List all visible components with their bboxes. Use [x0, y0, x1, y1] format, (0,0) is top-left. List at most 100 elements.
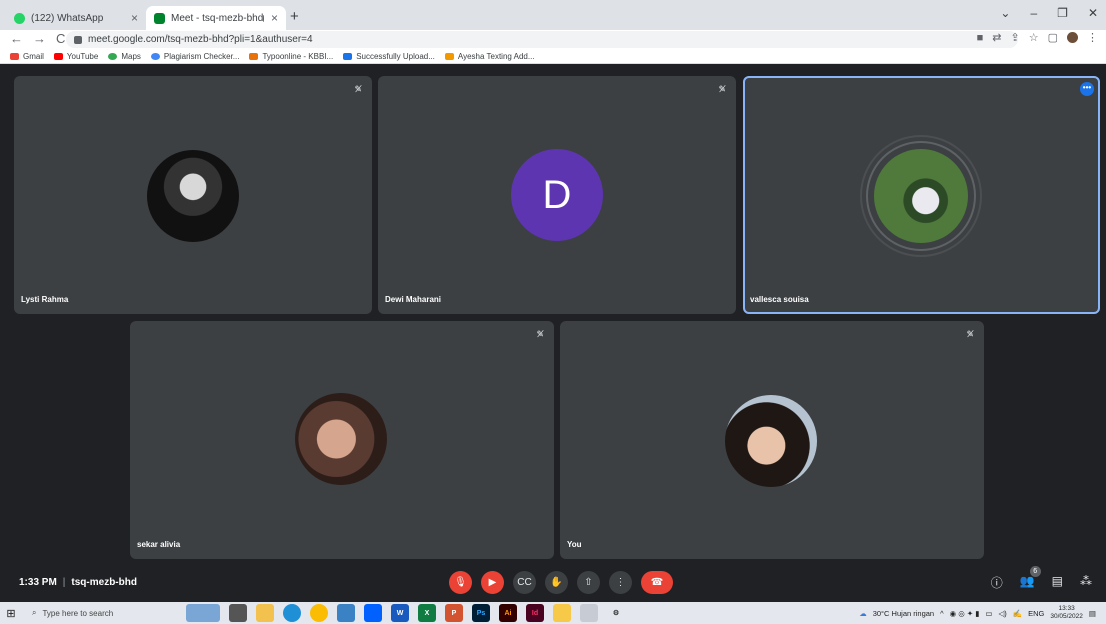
lock-icon — [74, 35, 82, 44]
pen-icon[interactable]: ✍ — [1013, 609, 1022, 618]
windows-start-icon[interactable]: ⊞ — [0, 602, 22, 624]
chat-icon[interactable]: ▤ — [1052, 574, 1063, 591]
youtube-icon — [53, 52, 63, 60]
avatar — [147, 150, 239, 242]
photoshop-icon[interactable]: Ps — [472, 604, 490, 622]
participant-tile[interactable]: ✎̸ Lysti Rahma — [14, 76, 372, 314]
menu-kebab-icon[interactable]: ⋮ — [1087, 31, 1098, 44]
bookmark-plagiarism[interactable]: Plagiarism Checker... — [150, 52, 239, 61]
participant-name: vallesca souisa — [750, 295, 809, 304]
back-button[interactable]: ← — [10, 31, 23, 46]
captions-button[interactable]: CC — [513, 571, 536, 594]
upload-icon — [343, 52, 353, 60]
file-explorer-icon[interactable] — [256, 604, 274, 622]
chrome-active-icon[interactable] — [580, 604, 598, 622]
tab-meet[interactable]: Meet - tsq-mezb-bhd × — [146, 6, 286, 30]
participant-name: Lysti Rahma — [21, 295, 69, 304]
window-controls: ⌄ – ❐ ✕ — [1000, 6, 1098, 20]
avatar — [874, 149, 968, 243]
participant-name: sekar alivia — [137, 540, 181, 549]
avatar — [725, 395, 817, 487]
participant-tile[interactable]: ✎̸ sekar alivia — [130, 321, 554, 559]
camera-off-button[interactable]: ▶ — [481, 571, 504, 594]
tab-search-icon[interactable]: ⌄ — [1000, 6, 1010, 20]
muted-mic-icon: ✎̸ — [536, 329, 544, 339]
powerpoint-icon[interactable]: P — [445, 604, 463, 622]
profile-avatar[interactable] — [1067, 32, 1078, 43]
participant-tile[interactable]: ✎̸ D Dewi Maharani — [378, 76, 736, 314]
reload-button[interactable]: C — [56, 31, 65, 46]
bookmark-maps[interactable]: Maps — [108, 52, 141, 61]
weather-text[interactable]: 30°C Hujan ringan — [873, 609, 934, 618]
share-icon[interactable]: ⇪ — [1011, 31, 1020, 44]
sidepanel-icon[interactable]: ▢ — [1048, 31, 1058, 44]
translate-icon[interactable]: ⇄ — [992, 31, 1001, 44]
address-bar[interactable]: meet.google.com/tsq-mezb-bhd?pli=1&authu… — [66, 31, 1018, 48]
language-indicator[interactable]: ENG — [1028, 609, 1044, 618]
search-icon: ⌕ — [32, 608, 37, 617]
indesign-icon[interactable]: Id — [526, 604, 544, 622]
bookmarks-bar: Gmail YouTube Maps Plagiarism Checker...… — [0, 49, 1106, 64]
browser-tab-bar: (122) WhatsApp × Meet - tsq-mezb-bhd × +… — [0, 0, 1106, 30]
store-icon[interactable] — [337, 604, 355, 622]
meeting-code: tsq-mezb-bhd — [71, 577, 137, 588]
bookmark-youtube[interactable]: YouTube — [53, 52, 98, 61]
bookmark-gmail[interactable]: Gmail — [10, 52, 44, 61]
people-button[interactable]: 👥 6 — [1020, 566, 1041, 591]
meeting-info-icon[interactable]: ⓘ — [991, 574, 1003, 591]
whatsapp-icon — [14, 12, 25, 24]
forward-button[interactable]: → — [33, 31, 46, 46]
recording-dot-icon — [263, 14, 264, 22]
microphone-off-button[interactable]: 🎙 — [449, 571, 472, 594]
taskbar-search[interactable]: ⌕ Type here to search — [22, 602, 162, 624]
minimize-button[interactable]: – — [1030, 6, 1037, 20]
present-screen-button[interactable]: ⇧ — [577, 571, 600, 594]
bookmark-star-icon[interactable]: ☆ — [1029, 31, 1039, 44]
edge-icon[interactable] — [283, 604, 301, 622]
meet-stage: ✎̸ Lysti Rahma ✎̸ D Dewi Maharani ••• va… — [0, 65, 1106, 602]
windows-taskbar: ⊞ ⌕ Type here to search W X P Ps Ai Id ⚙… — [0, 602, 1106, 624]
avatar: D — [511, 149, 603, 241]
tray-app-icons[interactable]: ◉ ◎ ✦ ▮ — [950, 609, 980, 618]
ayesha-icon — [444, 52, 454, 60]
sticky-notes-icon[interactable] — [553, 604, 571, 622]
camera-indicator-icon[interactable]: ■ — [977, 32, 984, 44]
more-options-button[interactable]: ••• — [1080, 82, 1094, 96]
bookmark-ayesha[interactable]: Ayesha Texting Add... — [444, 52, 535, 61]
excel-icon[interactable]: X — [418, 604, 436, 622]
close-window-button[interactable]: ✕ — [1088, 6, 1098, 20]
more-options-icon[interactable]: ⋮ — [609, 571, 632, 594]
maps-icon — [108, 52, 118, 60]
tab-whatsapp[interactable]: (122) WhatsApp × — [6, 6, 146, 30]
muted-mic-icon: ✎̸ — [354, 84, 362, 94]
notifications-icon[interactable]: ▤ — [1089, 609, 1096, 618]
bookmark-typoonline[interactable]: Typoonline - KBBI... — [249, 52, 333, 61]
participant-name: You — [567, 540, 582, 549]
widgets-icon[interactable] — [186, 604, 220, 622]
close-tab-icon[interactable]: × — [271, 11, 278, 25]
clock[interactable]: 13:33 30/05/2022 — [1050, 605, 1083, 621]
close-tab-icon[interactable]: × — [131, 11, 138, 25]
meeting-time: 1:33 PM — [19, 577, 57, 588]
word-icon[interactable]: W — [391, 604, 409, 622]
new-tab-button[interactable]: + — [290, 8, 299, 25]
tray-chevron-icon[interactable]: ^ — [940, 609, 944, 618]
settings-icon[interactable]: ⚙ — [607, 604, 625, 622]
activities-icon[interactable]: ⁂ — [1080, 574, 1092, 591]
meet-control-bar: 1:33 PM | tsq-mezb-bhd 🎙 ▶ CC ✋ ⇧ ⋮ ☎ ⓘ 👥 6… — [0, 566, 1106, 602]
bookmark-upload[interactable]: Successfully Upload... — [343, 52, 435, 61]
dropbox-icon[interactable] — [364, 604, 382, 622]
typoonline-icon — [249, 52, 259, 60]
leave-call-button[interactable]: ☎ — [641, 571, 673, 594]
meeting-details: 1:33 PM | tsq-mezb-bhd — [19, 577, 137, 588]
task-view-icon[interactable] — [229, 604, 247, 622]
muted-mic-icon: ✎̸ — [966, 329, 974, 339]
participant-tile[interactable]: ••• vallesca souisa — [743, 76, 1100, 314]
restore-button[interactable]: ❐ — [1057, 6, 1068, 20]
illustrator-icon[interactable]: Ai — [499, 604, 517, 622]
raise-hand-button[interactable]: ✋ — [545, 571, 568, 594]
participant-tile[interactable]: ✎̸ You — [560, 321, 984, 559]
network-icon[interactable]: ▭ — [985, 609, 992, 618]
volume-icon[interactable]: ◁) — [998, 609, 1006, 618]
chrome-icon[interactable] — [310, 604, 328, 622]
